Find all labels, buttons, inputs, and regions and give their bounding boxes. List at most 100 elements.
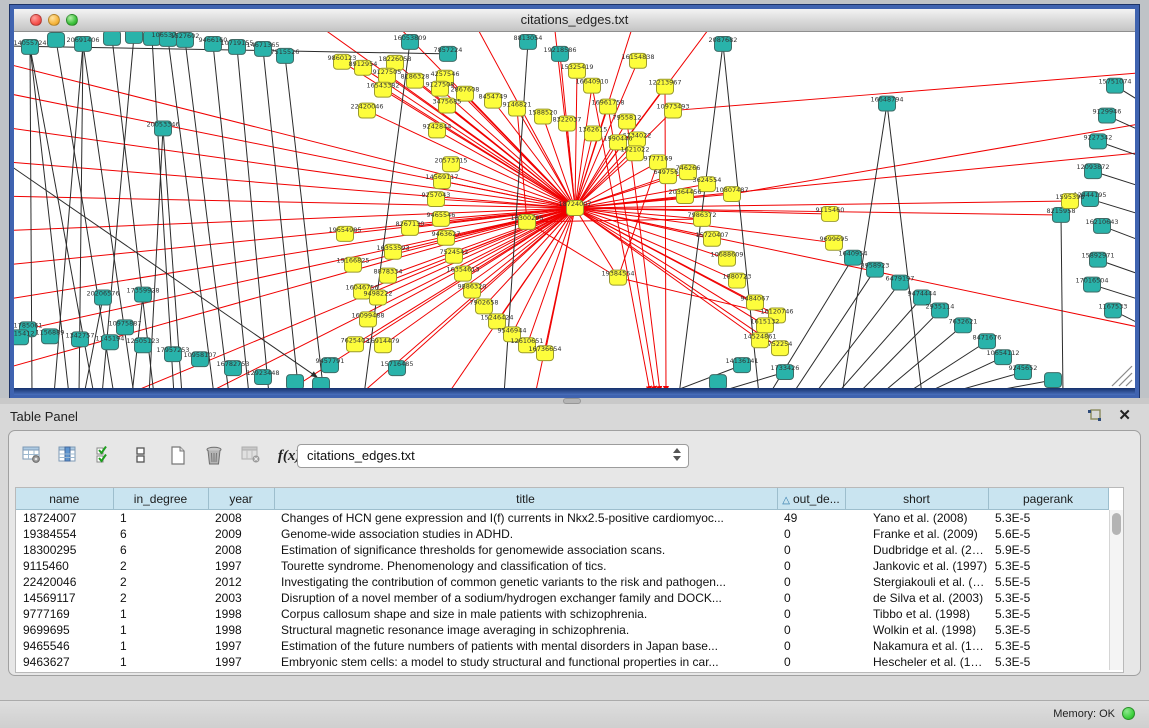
column-header-pagerank[interactable]: pagerank [988, 488, 1108, 510]
graph-node[interactable]: 2087682 [709, 36, 738, 51]
graph-node[interactable]: 9146821 [503, 101, 532, 116]
graph-node[interactable] [48, 32, 65, 47]
graph-node[interactable]: 9257043 [422, 191, 451, 206]
graph-node[interactable]: 20573715 [434, 156, 467, 171]
graph-node[interactable]: 9886320 [458, 283, 487, 298]
graph-node[interactable]: 9463627 [432, 230, 461, 245]
graph-node[interactable]: 7632621 [949, 317, 978, 332]
graph-node[interactable]: 12213967 [648, 79, 681, 94]
graph-node[interactable] [104, 32, 121, 45]
graph-node[interactable]: 20053346 [146, 120, 179, 135]
graph-node[interactable]: 19654985 [328, 226, 361, 241]
graph-node[interactable]: 8813054 [514, 34, 543, 49]
graph-node[interactable]: 16353593 [376, 244, 409, 259]
graph-node[interactable]: 17359928 [126, 287, 159, 302]
graph-node[interactable]: 14569117 [425, 173, 458, 188]
graph-node[interactable] [126, 32, 143, 43]
graph-node[interactable]: 15751074 [1098, 78, 1131, 93]
graph-node[interactable]: 1145194 [96, 334, 125, 349]
table-row[interactable]: 911546021997Tourette syndrome. Phenomeno… [16, 558, 1108, 574]
graph-node[interactable]: 16782753 [216, 360, 249, 375]
graph-node[interactable]: 2935114 [926, 302, 955, 317]
delete-column-icon[interactable] [201, 443, 227, 469]
graph-node[interactable]: 10975887 [108, 319, 141, 334]
table-row[interactable]: 1456911722003Disruption of a novel membe… [16, 590, 1108, 606]
table-row[interactable]: 946554611997Estimation of the future num… [16, 638, 1108, 654]
column-header-year[interactable]: year [208, 488, 274, 510]
graph-node[interactable]: 20691406 [66, 36, 99, 51]
graph-node[interactable]: 8471676 [973, 333, 1002, 348]
graph-node[interactable] [710, 375, 727, 388]
graph-node[interactable]: 8215958 [1047, 207, 1076, 222]
graph-node[interactable]: 7625402 [341, 336, 370, 351]
graph-node[interactable] [287, 375, 304, 388]
graph-node[interactable]: 16099488 [351, 311, 384, 326]
graph-node[interactable]: 14136141 [725, 357, 758, 372]
graph-node[interactable]: 20364456 [668, 188, 701, 203]
minimize-window-icon[interactable] [48, 14, 60, 26]
graph-node[interactable]: 16640910 [575, 78, 608, 93]
graph-node[interactable]: 16648794 [870, 96, 903, 111]
graph-node[interactable] [313, 378, 330, 388]
graph-node[interactable]: 7857224 [434, 46, 463, 61]
graph-node[interactable]: 16154838 [621, 53, 654, 68]
row-height-icon[interactable] [128, 443, 154, 469]
zoom-window-icon[interactable] [66, 14, 78, 26]
graph-node[interactable]: 16210643 [1085, 218, 1118, 233]
graph-node[interactable]: 20206576 [86, 290, 119, 305]
graph-node[interactable]: 7524542 [440, 248, 469, 263]
table-row[interactable]: 946362711997Embryonic stem cells: a mode… [16, 654, 1108, 670]
graph-node[interactable]: 12505123 [126, 337, 159, 352]
graph-node[interactable]: 10958107 [183, 351, 216, 366]
close-icon[interactable]: ✕ [1118, 406, 1131, 424]
graph-node[interactable]: 9129946 [1093, 108, 1122, 123]
graph-node[interactable]: 16914479 [366, 337, 399, 352]
graph-node[interactable]: 16354613 [446, 266, 479, 281]
delete-table-icon[interactable] [238, 443, 264, 469]
close-window-icon[interactable] [30, 14, 42, 26]
vertical-scrollbar[interactable] [1109, 510, 1123, 670]
graph-node[interactable]: 7515526 [271, 48, 300, 63]
network-canvas[interactable]: 1405572420691406106532871527602946616010… [14, 32, 1135, 388]
graph-node[interactable]: 6479197 [886, 275, 915, 290]
table-row[interactable]: 1830029562008Estimation of significance … [16, 542, 1108, 558]
graph-node[interactable]: 19166825 [336, 257, 369, 272]
table-row[interactable]: 977716911998Corpus callosum shape and si… [16, 606, 1108, 622]
column-header-title[interactable]: title [274, 488, 777, 510]
graph-node[interactable]: 15892971 [1081, 252, 1114, 267]
graph-node[interactable]: 8878334 [374, 268, 403, 283]
graph-node[interactable]: 16736654 [528, 345, 561, 360]
graph-node[interactable]: 9227342 [1084, 133, 1113, 148]
graph-node[interactable]: 16053809 [393, 34, 426, 49]
column-header-in-degree[interactable]: in_degree [113, 488, 208, 510]
graph-node[interactable]: 12923448 [246, 369, 279, 384]
scrollbar-thumb[interactable] [1112, 513, 1121, 535]
graph-node[interactable]: 8322037 [553, 116, 582, 131]
memory-ok-indicator-icon[interactable] [1122, 707, 1135, 720]
graph-node[interactable] [1045, 373, 1062, 388]
column-header-name[interactable]: name [16, 488, 113, 510]
resize-grip-icon[interactable] [1112, 366, 1132, 386]
graph-node[interactable]: 1156889 [36, 328, 65, 343]
table-row[interactable]: 969969511998Structural magnetic resonanc… [16, 622, 1108, 638]
window-titlebar[interactable]: citations_edges.txt [14, 9, 1135, 32]
graph-node[interactable]: 15325419 [560, 63, 593, 78]
graph-node[interactable]: 1733426 [771, 364, 800, 379]
graph-node[interactable]: 7902658 [470, 298, 499, 313]
table-row[interactable]: 1872400712008Changes of HCN gene express… [16, 510, 1108, 527]
table-row[interactable]: 1938455462009Genome-wide association stu… [16, 526, 1108, 542]
new-column-icon[interactable] [165, 443, 191, 469]
show-columns-icon[interactable] [55, 443, 81, 469]
graph-node[interactable]: 1880723 [723, 273, 752, 288]
graph-node[interactable]: 7955812 [613, 114, 642, 129]
graph-node[interactable]: 10973493 [656, 103, 689, 118]
table-selector-dropdown[interactable]: citations_edges.txt [297, 444, 689, 468]
column-header-out-de-[interactable]: △out_de... [777, 488, 845, 510]
graph-node[interactable]: 9699695 [820, 235, 849, 250]
graph-node[interactable]: 14055724 [14, 39, 47, 54]
graph-node[interactable]: 12093872 [1076, 163, 1109, 178]
graph-node[interactable]: 9115460 [816, 206, 845, 221]
graph-node[interactable]: 10807487 [715, 186, 748, 201]
table-mode-icon[interactable] [19, 443, 45, 469]
graph-node[interactable]: 17016504 [1075, 277, 1108, 292]
